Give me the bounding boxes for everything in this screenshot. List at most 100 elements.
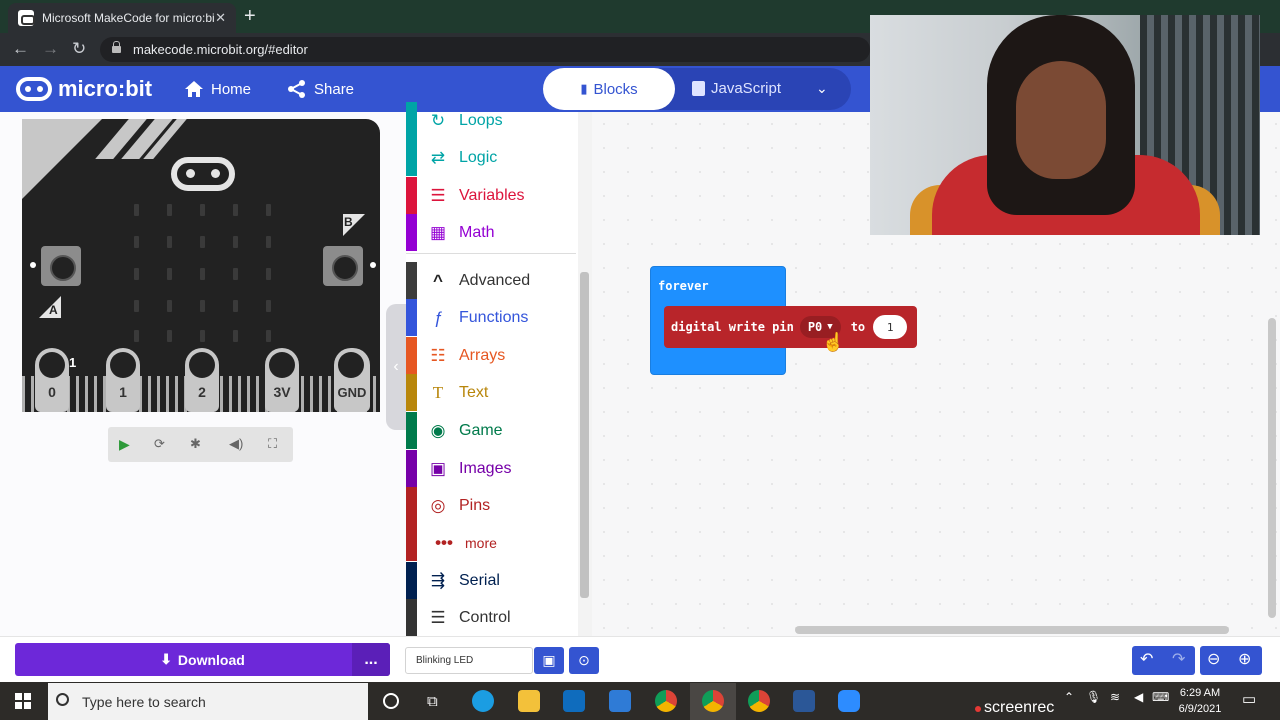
category-variables[interactable]: ☰ Variables: [406, 177, 576, 214]
taskbar-clock[interactable]: 6:29 AM 6/9/2021: [1170, 685, 1230, 717]
clock-date: 6/9/2021: [1178, 703, 1222, 715]
keyboard-icon[interactable]: ⌨: [1152, 690, 1169, 704]
board-logo-touch-icon[interactable]: [171, 157, 235, 191]
category-loops[interactable]: ↻ Loops: [406, 102, 576, 139]
mute-icon[interactable]: ◀): [229, 436, 243, 452]
images-icon: ▣: [429, 458, 447, 478]
wifi-icon[interactable]: ≋: [1110, 690, 1120, 704]
category-pins-more[interactable]: ••• more: [406, 524, 576, 561]
download-more-button[interactable]: ...: [352, 643, 390, 676]
volume-icon[interactable]: ◀: [1134, 690, 1143, 704]
forward-arrow-icon[interactable]: →: [42, 39, 59, 59]
home-button[interactable]: Home: [184, 80, 251, 98]
zoom-out-icon[interactable]: ⊖: [1207, 649, 1220, 669]
task-view-icon[interactable]: ⧉: [427, 693, 438, 710]
microbit-favicon-icon: [18, 10, 35, 26]
pin-state-indicator: 1: [69, 355, 77, 370]
fullscreen-icon[interactable]: ⛶: [268, 436, 277, 452]
led: [266, 300, 271, 312]
mail-icon[interactable]: [609, 690, 631, 712]
microbit-logo[interactable]: micro:bit: [16, 76, 152, 102]
blocks-label: Blocks: [593, 80, 638, 98]
category-text[interactable]: T Text: [406, 374, 576, 411]
pin-3v[interactable]: 3V: [265, 348, 299, 412]
search-icon: [56, 693, 69, 706]
button-b[interactable]: [323, 246, 363, 286]
workspace-horizontal-scrollbar[interactable]: [795, 626, 1229, 634]
cortana-icon[interactable]: [383, 693, 399, 709]
taskbar-search[interactable]: Type here to search: [48, 683, 368, 720]
store-icon[interactable]: [563, 690, 585, 712]
category-serial[interactable]: ⇶ Serial: [406, 562, 576, 599]
pin-0[interactable]: 0: [35, 348, 69, 412]
save-button[interactable]: ▣: [534, 647, 564, 674]
toolbox-scrollbar-thumb[interactable]: [580, 272, 589, 598]
zoom-app-icon[interactable]: [838, 690, 860, 712]
edge-icon[interactable]: [472, 690, 494, 712]
chrome-icon[interactable]: [702, 690, 724, 712]
project-name-input[interactable]: Blinking LED: [405, 647, 533, 674]
new-tab-button[interactable]: +: [244, 5, 256, 28]
logic-icon: ⇄: [430, 147, 446, 167]
collapse-simulator-button[interactable]: ‹: [386, 304, 406, 430]
github-button[interactable]: ⊙: [569, 647, 599, 674]
category-logic[interactable]: ⇄ Logic: [406, 139, 576, 176]
workspace-vertical-scrollbar[interactable]: [1268, 318, 1276, 618]
category-control[interactable]: ☰ Control: [406, 599, 576, 636]
download-button[interactable]: ⬇ Download: [15, 643, 390, 676]
button-a[interactable]: [41, 246, 81, 286]
pin-2[interactable]: 2: [185, 348, 219, 412]
led: [266, 236, 271, 248]
chrome-icon[interactable]: [655, 690, 677, 712]
category-pins[interactable]: ◎ Pins: [406, 487, 576, 524]
category-label: Math: [459, 223, 495, 241]
back-arrow-icon[interactable]: ←: [12, 39, 29, 59]
screenrec-watermark: screenrec: [984, 699, 1055, 716]
tab-close-icon[interactable]: ✕: [215, 10, 226, 26]
file-explorer-icon[interactable]: [518, 690, 540, 712]
led: [200, 330, 205, 342]
microphone-icon[interactable]: 🎙: [1086, 690, 1101, 704]
category-game[interactable]: ◉ Game: [406, 412, 576, 449]
language-dropdown-icon[interactable]: ⌄: [816, 80, 828, 97]
category-arrays[interactable]: ☷ Arrays: [406, 337, 576, 374]
word-icon[interactable]: [793, 690, 815, 712]
redo-icon[interactable]: ↷: [1172, 649, 1185, 669]
zoom-in-icon[interactable]: ⊕: [1238, 649, 1251, 669]
notifications-icon[interactable]: ▭: [1242, 690, 1256, 708]
debug-icon[interactable]: ✱: [190, 436, 201, 452]
chevron-left-icon: ‹: [393, 358, 399, 375]
category-functions[interactable]: ƒ Functions: [406, 299, 576, 336]
category-math[interactable]: ▦ Math: [406, 214, 576, 251]
pin-1[interactable]: 1: [106, 348, 140, 412]
share-icon: [288, 80, 305, 98]
undo-icon[interactable]: ↶: [1140, 649, 1153, 669]
chevron-up-icon[interactable]: ⌃: [1064, 690, 1074, 704]
value-input[interactable]: 1: [873, 315, 908, 339]
category-color-bar: [406, 102, 417, 139]
text-icon: T: [432, 382, 444, 402]
digital-write-pin-block[interactable]: digital write pin P0 ▼ to 1: [664, 306, 917, 348]
url-field[interactable]: makecode.microbit.org/#editor: [100, 37, 870, 62]
led: [200, 268, 205, 280]
browser-tab[interactable]: Microsoft MakeCode for micro:bi ✕: [8, 3, 236, 33]
category-label: Advanced: [459, 271, 531, 289]
category-label: Text: [459, 383, 489, 401]
category-label: Variables: [459, 186, 525, 204]
restart-icon[interactable]: ⟳: [154, 436, 165, 452]
logo-text: micro:bit: [58, 76, 153, 101]
pin-gnd[interactable]: GND: [334, 348, 370, 412]
led: [134, 204, 139, 216]
category-images[interactable]: ▣ Images: [406, 450, 576, 487]
share-button[interactable]: Share: [287, 80, 354, 98]
home-label: Home: [211, 80, 252, 98]
play-icon[interactable]: ▶: [119, 436, 130, 453]
windows-start-icon[interactable]: [15, 693, 31, 709]
category-color-bar: [406, 599, 417, 636]
javascript-label: JavaScript: [711, 80, 782, 97]
javascript-tab[interactable]: JavaScript: [692, 80, 781, 97]
dropdown-arrow-icon: ▼: [827, 322, 833, 332]
chrome-icon[interactable]: [748, 690, 770, 712]
reload-icon[interactable]: ↻: [72, 39, 86, 59]
category-advanced[interactable]: ^ Advanced: [406, 262, 576, 299]
